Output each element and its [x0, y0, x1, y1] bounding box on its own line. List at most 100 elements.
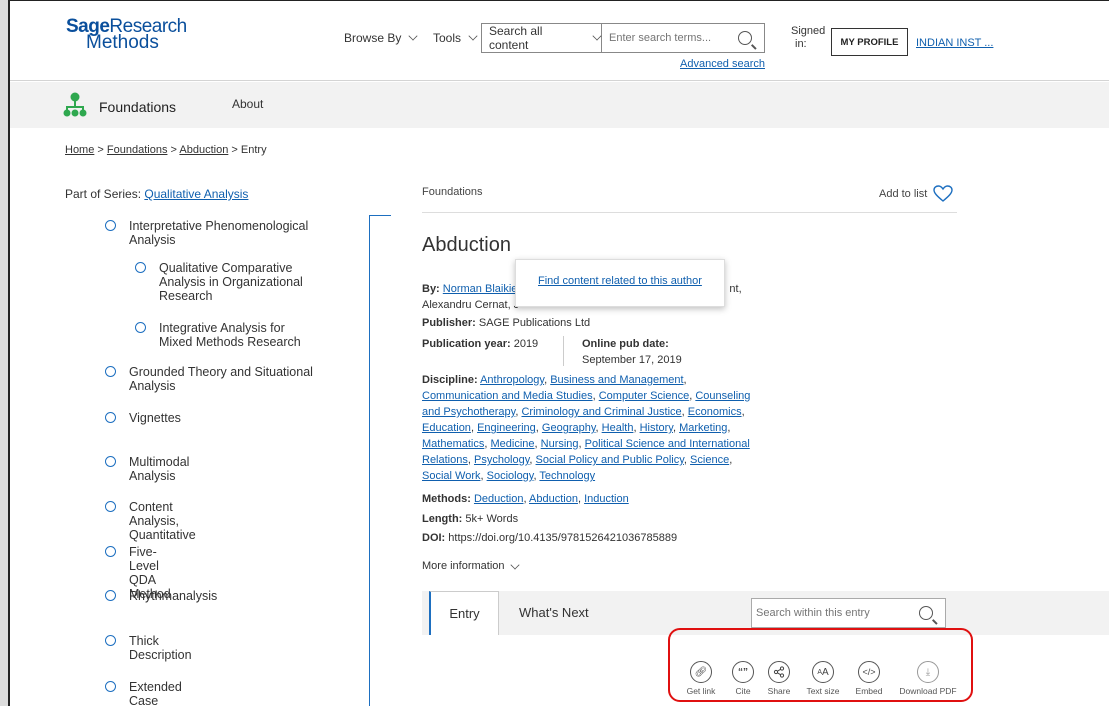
discipline-link[interactable]: Social Policy and Public Policy	[536, 454, 684, 466]
sidebar-item[interactable]: Grounded Theory and Situational Analysis	[105, 365, 329, 393]
author-rest-2: Alexandru Cernat, J	[422, 299, 520, 311]
search-input[interactable]	[602, 32, 738, 44]
sidebar-item[interactable]: Rhythmanalysis	[105, 589, 217, 603]
sage-research-methods-logo[interactable]: SageResearch Methods	[66, 17, 187, 53]
discipline-link[interactable]: Geography	[542, 422, 596, 434]
discipline-link[interactable]: Social Work	[422, 470, 480, 482]
sidebar-item[interactable]: Integrative Analysis for Mixed Methods R…	[135, 321, 319, 349]
foundations-title[interactable]: Foundations	[99, 99, 176, 115]
discipline-link[interactable]: Sociology	[487, 470, 534, 482]
entry-title: Abduction	[422, 234, 511, 256]
discipline-link[interactable]: Psychology	[474, 454, 529, 466]
sidebar-item[interactable]: Extended Case Method	[105, 680, 182, 706]
sidebar-item[interactable]: Multimodal Analysis	[105, 455, 189, 483]
discipline-link[interactable]: Nursing	[541, 438, 579, 450]
sidebar-item-label: Interpretative Phenomenological Analysis	[129, 219, 309, 247]
circle-bullet-icon	[105, 220, 116, 231]
browse-by-menu[interactable]: Browse By	[344, 30, 418, 45]
embed-button[interactable]: </> Embed	[850, 661, 888, 696]
tools-label: Tools	[433, 31, 462, 45]
discipline-label: Discipline:	[422, 374, 478, 386]
get-link-label: Get link	[686, 686, 716, 696]
foundations-subheader: Foundations About	[10, 82, 1109, 128]
chevron-down-icon	[510, 560, 520, 570]
cite-button[interactable]: “” Cite	[728, 661, 758, 696]
logo-text-methods: Methods	[86, 32, 159, 53]
publisher-label: Publisher:	[422, 317, 476, 329]
add-to-list-label: Add to list	[879, 188, 928, 200]
discipline-link[interactable]: Health	[602, 422, 634, 434]
sidebar-item-label: Qualitative Comparative Analysis in Orga…	[159, 261, 303, 303]
length-label: Length:	[422, 513, 463, 525]
method-link[interactable]: Abduction	[529, 493, 578, 505]
advanced-search-link[interactable]: Advanced search	[680, 58, 765, 70]
entry-search-input[interactable]	[752, 607, 919, 619]
search-icon[interactable]	[919, 606, 933, 620]
discipline-link[interactable]: Business and Management	[550, 374, 683, 386]
code-icon: </>	[858, 661, 880, 683]
text-size-icon: AA	[812, 661, 834, 683]
doi-value: https://doi.org/10.4135/9781526421036785…	[448, 532, 678, 544]
entry-search	[751, 598, 946, 628]
quote-icon: “”	[732, 661, 754, 683]
signed-in-text-2: in:	[795, 38, 807, 50]
discipline-link[interactable]: Criminology and Criminal Justice	[521, 406, 681, 418]
discipline-link[interactable]: Anthropology	[480, 374, 544, 386]
download-pdf-button[interactable]: ⤓ Download PDF	[893, 661, 963, 696]
author-link[interactable]: Norman Blaikie	[443, 283, 518, 295]
breadcrumb-entry: Entry	[240, 144, 267, 156]
share-button[interactable]: Share	[762, 661, 796, 696]
discipline-link[interactable]: Medicine	[490, 438, 534, 450]
sidebar-item[interactable]: Content Analysis, Quantitative	[105, 500, 196, 542]
discipline-link[interactable]: Marketing	[679, 422, 727, 434]
sidebar-item[interactable]: Vignettes	[105, 411, 181, 425]
text-size-button[interactable]: AA Text size	[801, 661, 845, 696]
tab-entry[interactable]: Entry	[429, 591, 499, 635]
discipline-link[interactable]: Mathematics	[422, 438, 484, 450]
length-value: 5k+ Words	[465, 513, 519, 525]
discipline-link[interactable]: Economics	[688, 406, 742, 418]
discipline-link[interactable]: Communication and Media Studies	[422, 390, 593, 402]
publisher-line: Publisher: SAGE Publications Ltd	[422, 315, 752, 331]
method-link[interactable]: Deduction	[474, 493, 524, 505]
circle-bullet-icon	[105, 412, 116, 423]
series-link[interactable]: Qualitative Analysis	[144, 187, 248, 201]
download-icon: ⤓	[917, 661, 939, 683]
sidebar-item[interactable]: Interpretative Phenomenological Analysis	[105, 219, 329, 247]
browse-by-label: Browse By	[344, 31, 402, 45]
browser-viewport: SageResearch Methods Browse By Tools Sea…	[8, 0, 1109, 706]
divider	[422, 212, 957, 213]
tools-menu[interactable]: Tools	[433, 30, 478, 45]
discipline-link[interactable]: Computer Science	[599, 390, 690, 402]
discipline-link[interactable]: Science	[690, 454, 729, 466]
discipline-link[interactable]: Engineering	[477, 422, 536, 434]
breadcrumb-separator: >	[231, 144, 238, 156]
share-icon	[768, 661, 790, 683]
discipline-link[interactable]: Education	[422, 422, 471, 434]
sidebar-item[interactable]: Thick Description	[105, 634, 192, 662]
my-profile-button[interactable]: MY PROFILE	[831, 28, 908, 56]
chevron-down-icon	[592, 30, 602, 41]
sidebar-item[interactable]: Qualitative Comparative Analysis in Orga…	[135, 261, 324, 303]
pub-year: Publication year: 2019	[422, 336, 538, 352]
method-link[interactable]: Induction	[584, 493, 629, 505]
about-link[interactable]: About	[232, 97, 263, 111]
discipline-link[interactable]: History	[640, 422, 673, 434]
breadcrumb-abduction[interactable]: Abduction	[179, 144, 228, 156]
search-icon[interactable]	[738, 31, 752, 45]
search-scope-select[interactable]: Search all content	[482, 24, 602, 52]
find-related-content-link[interactable]: Find content related to this author	[538, 275, 702, 287]
more-information-toggle[interactable]: More information	[422, 558, 752, 574]
breadcrumb-foundations[interactable]: Foundations	[107, 144, 168, 156]
tab-whats-next[interactable]: What's Next	[519, 605, 589, 620]
add-to-list-button[interactable]: Add to list	[879, 185, 954, 203]
get-link-button[interactable]: 🔗︎ Get link	[682, 661, 720, 696]
pub-year-label: Publication year:	[422, 338, 511, 350]
site-header: SageResearch Methods Browse By Tools Sea…	[10, 1, 1109, 81]
discipline-link[interactable]: Technology	[539, 470, 595, 482]
download-pdf-label: Download PDF	[899, 686, 957, 696]
institution-link[interactable]: INDIAN INST ...	[916, 37, 993, 49]
breadcrumb-home[interactable]: Home	[65, 144, 94, 156]
circle-bullet-icon	[135, 322, 146, 333]
sidebar-item-label: Integrative Analysis for Mixed Methods R…	[159, 321, 301, 349]
